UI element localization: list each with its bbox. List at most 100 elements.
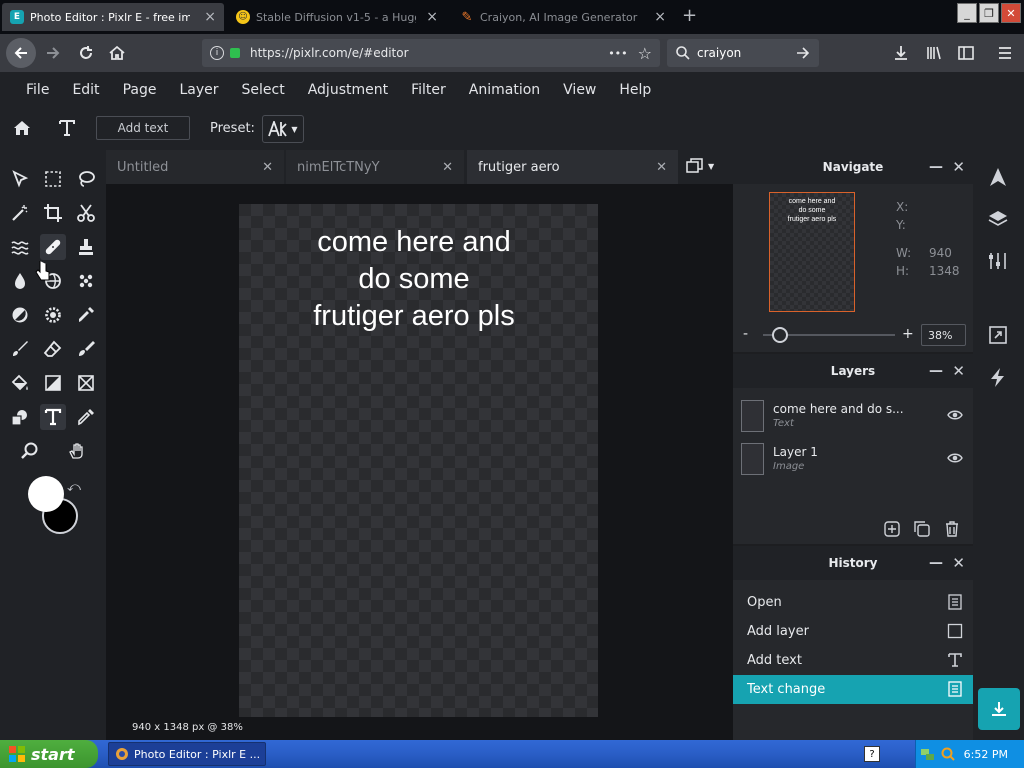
trash-icon[interactable] <box>943 520 961 538</box>
history-item-open[interactable]: Open <box>733 588 973 617</box>
menu-help[interactable]: Help <box>619 82 651 98</box>
browser-tab-craiyon[interactable]: ✎ Craiyon, AI Image Generator × <box>452 3 674 31</box>
resize-icon[interactable] <box>987 324 1009 346</box>
new-tab-button[interactable]: + <box>682 5 697 26</box>
zoom-input[interactable]: 38% <box>921 324 966 346</box>
forward-button[interactable] <box>42 42 64 64</box>
star-icon[interactable]: ☆ <box>638 44 652 63</box>
close-icon[interactable]: ✕ <box>442 160 453 175</box>
text-tool[interactable] <box>40 404 66 430</box>
dodge-burn-tool[interactable] <box>7 302 33 328</box>
navigator-icon[interactable] <box>987 166 1009 188</box>
search-tray-icon[interactable] <box>940 746 956 762</box>
menu-edit[interactable]: Edit <box>72 82 99 98</box>
layers-icon[interactable] <box>987 208 1009 230</box>
heal-tool[interactable] <box>40 234 66 260</box>
close-icon[interactable]: ✕ <box>952 554 965 572</box>
menu-animation[interactable]: Animation <box>469 82 540 98</box>
zoom-out-button[interactable]: - <box>743 326 748 342</box>
minimize-icon[interactable]: — <box>929 555 943 571</box>
swap-colors-icon[interactable]: ⤺ <box>67 480 81 495</box>
menu-button[interactable] <box>994 42 1016 64</box>
sharpen-tool[interactable] <box>40 302 66 328</box>
menu-filter[interactable]: Filter <box>411 82 446 98</box>
layer-item[interactable]: Layer 1 Image <box>733 441 973 481</box>
history-item-add-layer[interactable]: Add layer <box>733 617 973 646</box>
back-button[interactable] <box>6 38 36 68</box>
shape-tool[interactable] <box>73 370 99 396</box>
home-button[interactable] <box>106 42 128 64</box>
tab-frutiger-aero[interactable]: frutiger aero ✕ <box>467 150 678 184</box>
library-button[interactable] <box>923 42 945 64</box>
eye-icon[interactable] <box>947 452 963 464</box>
lasso-select-tool[interactable] <box>73 166 99 192</box>
tab-untitled[interactable]: Untitled ✕ <box>106 150 284 184</box>
browser-tab-pixlr[interactable]: E Photo Editor : Pixlr E - free image ed… <box>2 3 224 31</box>
eraser-tool[interactable] <box>40 336 66 362</box>
network-icon[interactable] <box>920 746 936 762</box>
arrange-tool[interactable] <box>7 166 33 192</box>
menu-file[interactable]: File <box>26 82 49 98</box>
sidebar-button[interactable] <box>955 42 977 64</box>
layer-item[interactable]: come here and do s... Text <box>733 398 973 438</box>
history-item-text-change[interactable]: Text change <box>733 675 973 704</box>
minimize-icon[interactable]: — <box>929 159 943 175</box>
search-field[interactable]: craiyon <box>667 39 819 67</box>
menu-layer[interactable]: Layer <box>179 82 218 98</box>
replace-color-tool[interactable] <box>73 336 99 362</box>
home-button[interactable] <box>10 116 34 140</box>
history-item-add-text[interactable]: Add text <box>733 646 973 675</box>
close-icon[interactable]: ✕ <box>656 160 667 175</box>
adjustments-icon[interactable] <box>987 250 1009 272</box>
zoom-tool[interactable] <box>16 438 42 464</box>
liquify-tool[interactable] <box>7 234 33 260</box>
navigator-thumbnail[interactable]: come here and do some frutiger aero pls <box>769 192 855 312</box>
close-icon[interactable]: × <box>426 9 438 25</box>
close-icon[interactable]: ✕ <box>952 362 965 380</box>
marquee-select-tool[interactable] <box>40 166 66 192</box>
tab-overview-button[interactable]: ▼ <box>686 158 714 174</box>
crop-tool[interactable] <box>40 200 66 226</box>
brush-tool[interactable] <box>7 336 33 362</box>
menu-select[interactable]: Select <box>242 82 285 98</box>
menu-adjustment[interactable]: Adjustment <box>308 82 388 98</box>
blur-tool[interactable] <box>7 268 33 294</box>
menu-page[interactable]: Page <box>123 82 157 98</box>
close-icon[interactable]: × <box>654 9 666 25</box>
add-text-button[interactable]: Add text <box>96 116 190 140</box>
zoom-in-button[interactable]: + <box>902 326 914 342</box>
tab-nimeltctnyy[interactable]: nimElTcTNyY ✕ <box>286 150 464 184</box>
dots-tool[interactable] <box>73 268 99 294</box>
duplicate-layer-icon[interactable] <box>913 520 931 538</box>
help-tray-icon[interactable]: ? <box>864 746 880 762</box>
add-layer-icon[interactable] <box>883 520 901 538</box>
restore-button[interactable]: ❐ <box>979 3 999 23</box>
shape-draw-tool[interactable] <box>7 404 33 430</box>
browser-tab-stable-diffusion[interactable]: ☺ Stable Diffusion v1-5 - a Huggin × <box>228 3 446 31</box>
zoom-slider-knob[interactable] <box>772 327 789 343</box>
arrow-right-icon[interactable] <box>795 45 811 61</box>
close-icon[interactable]: × <box>204 9 216 25</box>
menu-view[interactable]: View <box>563 82 596 98</box>
close-icon[interactable]: ✕ <box>952 158 965 176</box>
foreground-color-swatch[interactable] <box>28 476 64 512</box>
cutout-tool[interactable] <box>73 200 99 226</box>
minimize-button[interactable]: _ <box>957 3 977 23</box>
lightning-icon[interactable] <box>987 366 1009 388</box>
url-text[interactable]: https://pixlr.com/e/#editor <box>250 46 409 60</box>
hand-tool[interactable] <box>64 438 90 464</box>
reload-button[interactable] <box>75 42 97 64</box>
fill-tool[interactable] <box>7 370 33 396</box>
eyedropper-tool[interactable] <box>73 404 99 430</box>
minimize-icon[interactable]: — <box>929 363 943 379</box>
downloads-button[interactable] <box>890 42 912 64</box>
magic-wand-tool[interactable] <box>7 200 33 226</box>
page-actions-icon[interactable]: ••• <box>608 47 627 60</box>
canvas-text-layer[interactable]: come here and do some frutiger aero pls <box>239 224 589 335</box>
address-bar[interactable]: i https://pixlr.com/e/#editor ••• ☆ <box>202 39 660 67</box>
start-button[interactable]: start <box>0 740 98 768</box>
document-canvas[interactable]: come here and do some frutiger aero pls <box>239 204 598 717</box>
gradient-tool[interactable] <box>40 370 66 396</box>
preset-dropdown[interactable]: ▼ <box>262 115 304 143</box>
taskbar-item-browser[interactable]: Photo Editor : Pixlr E ... <box>108 742 266 766</box>
